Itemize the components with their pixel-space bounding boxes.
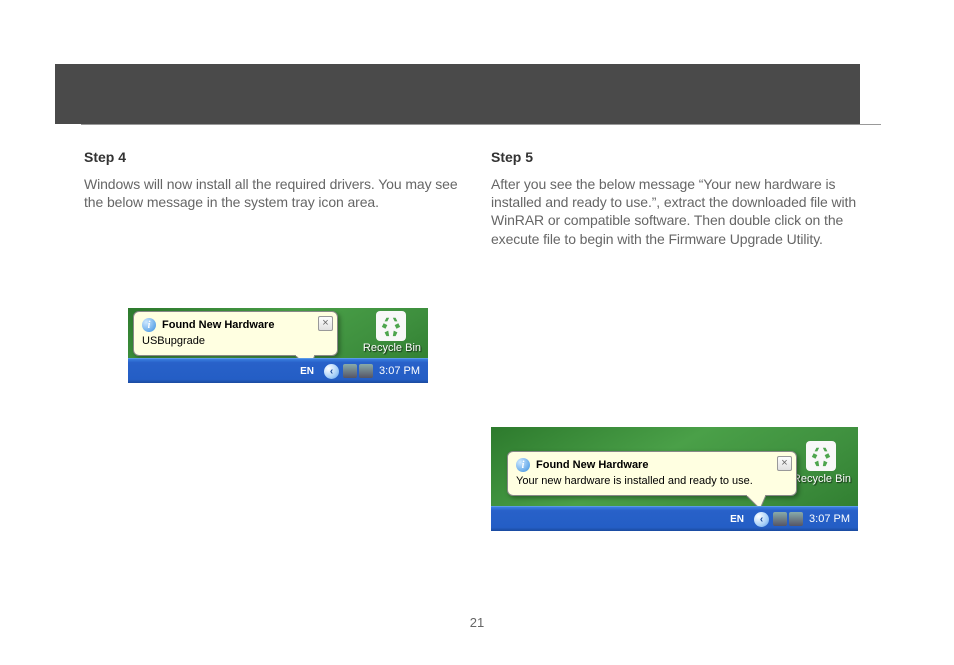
taskbar[interactable]: EN ‹ 3:07 PM	[491, 506, 858, 531]
balloon-text: USBupgrade	[142, 335, 329, 347]
step5-body: After you see the below message “Your ne…	[491, 175, 878, 248]
step4-column: Step 4 Windows will now install all the …	[84, 149, 471, 211]
step5-column: Step 5 After you see the below message “…	[491, 149, 878, 248]
step4-body: Windows will now install all the require…	[84, 175, 471, 211]
step4-title: Step 4	[84, 149, 471, 165]
tray-icon[interactable]	[343, 364, 357, 378]
recycle-bin-label: Recycle Bin	[793, 473, 851, 485]
tray-icons[interactable]	[773, 512, 803, 526]
taskbar-clock[interactable]: 3:07 PM	[809, 513, 850, 525]
tray-expand-arrow[interactable]: ‹	[324, 364, 339, 379]
screenshot-step5: Recycle Bin × i Found New Hardware Your …	[491, 427, 858, 531]
taskbar-clock[interactable]: 3:07 PM	[379, 365, 420, 377]
header-bar	[55, 64, 860, 124]
tray-expand-arrow[interactable]: ‹	[754, 512, 769, 527]
recycle-bin-icon[interactable]	[806, 441, 836, 471]
tray-icon[interactable]	[789, 512, 803, 526]
language-indicator[interactable]: EN	[726, 513, 748, 526]
page-number: 21	[0, 615, 954, 630]
balloon-title: Found New Hardware	[162, 319, 274, 331]
balloon-close-button[interactable]: ×	[777, 456, 792, 471]
taskbar[interactable]: EN ‹ 3:07 PM	[128, 358, 428, 383]
step5-title: Step 5	[491, 149, 878, 165]
notification-balloon[interactable]: × i Found New Hardware Your new hardware…	[507, 451, 797, 496]
info-icon: i	[142, 318, 156, 332]
tray-icons[interactable]	[343, 364, 373, 378]
screenshot-step4: Recycle Bin × i Found New Hardware USBup…	[128, 308, 428, 383]
recycle-bin-label: Recycle Bin	[363, 342, 421, 354]
balloon-title: Found New Hardware	[536, 459, 648, 471]
recycle-bin-icon[interactable]	[376, 311, 406, 341]
notification-balloon[interactable]: × i Found New Hardware USBupgrade	[133, 311, 338, 356]
balloon-close-button[interactable]: ×	[318, 316, 333, 331]
tray-icon[interactable]	[773, 512, 787, 526]
language-indicator[interactable]: EN	[296, 365, 318, 378]
balloon-text: Your new hardware is installed and ready…	[516, 475, 788, 487]
header-divider	[81, 124, 881, 125]
tray-icon[interactable]	[359, 364, 373, 378]
info-icon: i	[516, 458, 530, 472]
